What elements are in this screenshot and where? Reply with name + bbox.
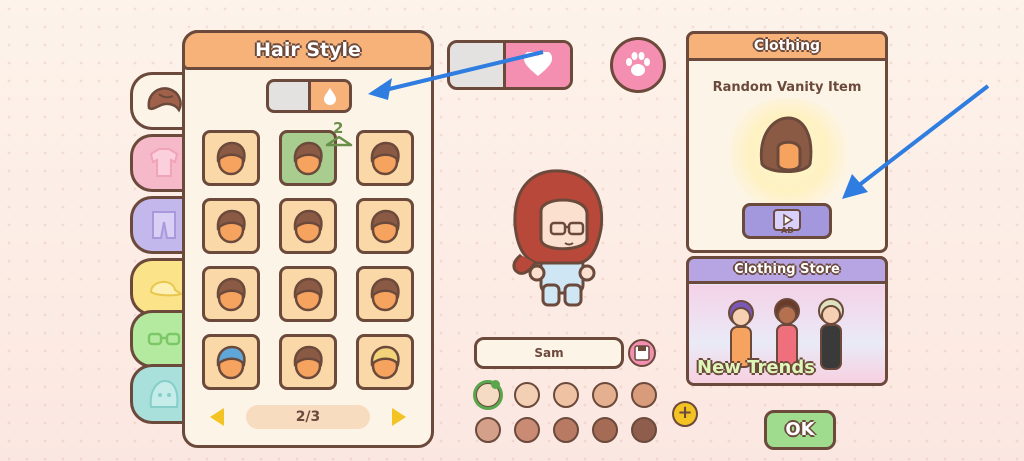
color-mode-toggle[interactable] (266, 79, 352, 113)
skin-tone-swatch[interactable] (553, 417, 579, 443)
watch-ad-button[interactable]: AD (742, 203, 832, 239)
vanity-hood-icon (759, 116, 813, 173)
clothing-title: Clothing (686, 31, 888, 61)
skin-tone-swatch[interactable] (592, 382, 618, 408)
paw-icon (626, 52, 650, 76)
badge-count: 2 (333, 119, 344, 137)
next-page-arrow[interactable] (392, 408, 406, 426)
hair-option-hair-short-swept[interactable] (202, 130, 260, 186)
droplet-icon (324, 88, 336, 105)
ok-button[interactable]: OK (764, 410, 836, 450)
hair-icon (147, 87, 182, 113)
page-indicator: 2/3 (246, 405, 370, 429)
hair-style-title: Hair Style (182, 30, 434, 70)
pants-icon (152, 211, 176, 239)
ad-label: AD (781, 226, 794, 235)
hair-option-hair-long[interactable] (202, 266, 260, 322)
character-name-field[interactable]: Sam (474, 337, 624, 369)
random-vanity-subtitle: Random Vanity Item (712, 80, 862, 95)
hair-mop-icon (370, 277, 400, 312)
character-avatar[interactable] (505, 165, 615, 315)
skin-tone-swatch[interactable] (514, 382, 540, 408)
skin-tone-swatch[interactable] (631, 417, 657, 443)
hair-option-hair-updo[interactable] (279, 334, 337, 390)
favorite-knob (503, 43, 570, 87)
skin-tone-swatch[interactable] (475, 417, 501, 443)
skin-tone-swatch[interactable] (592, 417, 618, 443)
toggle-knob (308, 82, 349, 110)
hair-updo-icon (293, 345, 323, 380)
skin-tone-swatch[interactable] (631, 382, 657, 408)
skin-tone-swatch[interactable] (553, 382, 579, 408)
hair-short-swept-icon (216, 141, 246, 176)
hair-buns-icon (216, 209, 246, 244)
new-trends-banner: New Trends (697, 357, 815, 378)
hair-option-hair-spiky[interactable] (356, 130, 414, 186)
pet-button[interactable] (610, 37, 666, 93)
hair-option-hair-buns[interactable] (202, 198, 260, 254)
prev-page-arrow[interactable] (210, 408, 224, 426)
hair-option-hair-messy[interactable] (356, 198, 414, 254)
hanger-badge: 2 (324, 119, 354, 147)
clothing-store-title: Clothing Store (686, 256, 888, 284)
hair-bob-icon (293, 141, 323, 176)
plus-icon: + (677, 402, 693, 423)
hair-option-hair-side-part[interactable] (279, 266, 337, 322)
hair-side-part-icon (293, 277, 323, 312)
favorite-toggle[interactable] (447, 40, 573, 90)
hair-option-hair-mop[interactable] (356, 266, 414, 322)
hat-icon (149, 281, 183, 297)
hair-shark-hood-icon (216, 345, 246, 380)
add-color-button[interactable]: + (672, 401, 698, 427)
hair-option-hair-lion-mask[interactable] (356, 334, 414, 390)
hair-bowl-icon (293, 209, 323, 244)
hair-long-icon (216, 277, 246, 312)
floppy-disk-icon (634, 345, 650, 361)
hair-option-hair-shark-hood[interactable] (202, 334, 260, 390)
heart-icon (523, 52, 553, 76)
glasses-icon (147, 332, 181, 346)
face-icon (149, 379, 179, 408)
hair-messy-icon (370, 209, 400, 244)
shirt-icon (149, 148, 179, 177)
skin-tone-swatch[interactable] (514, 417, 540, 443)
hair-lion-mask-icon (370, 345, 400, 380)
selected-check-dot (491, 380, 500, 389)
hair-option-hair-bowl[interactable] (279, 198, 337, 254)
save-name-button[interactable] (628, 339, 656, 367)
hair-spiky-icon (370, 141, 400, 176)
